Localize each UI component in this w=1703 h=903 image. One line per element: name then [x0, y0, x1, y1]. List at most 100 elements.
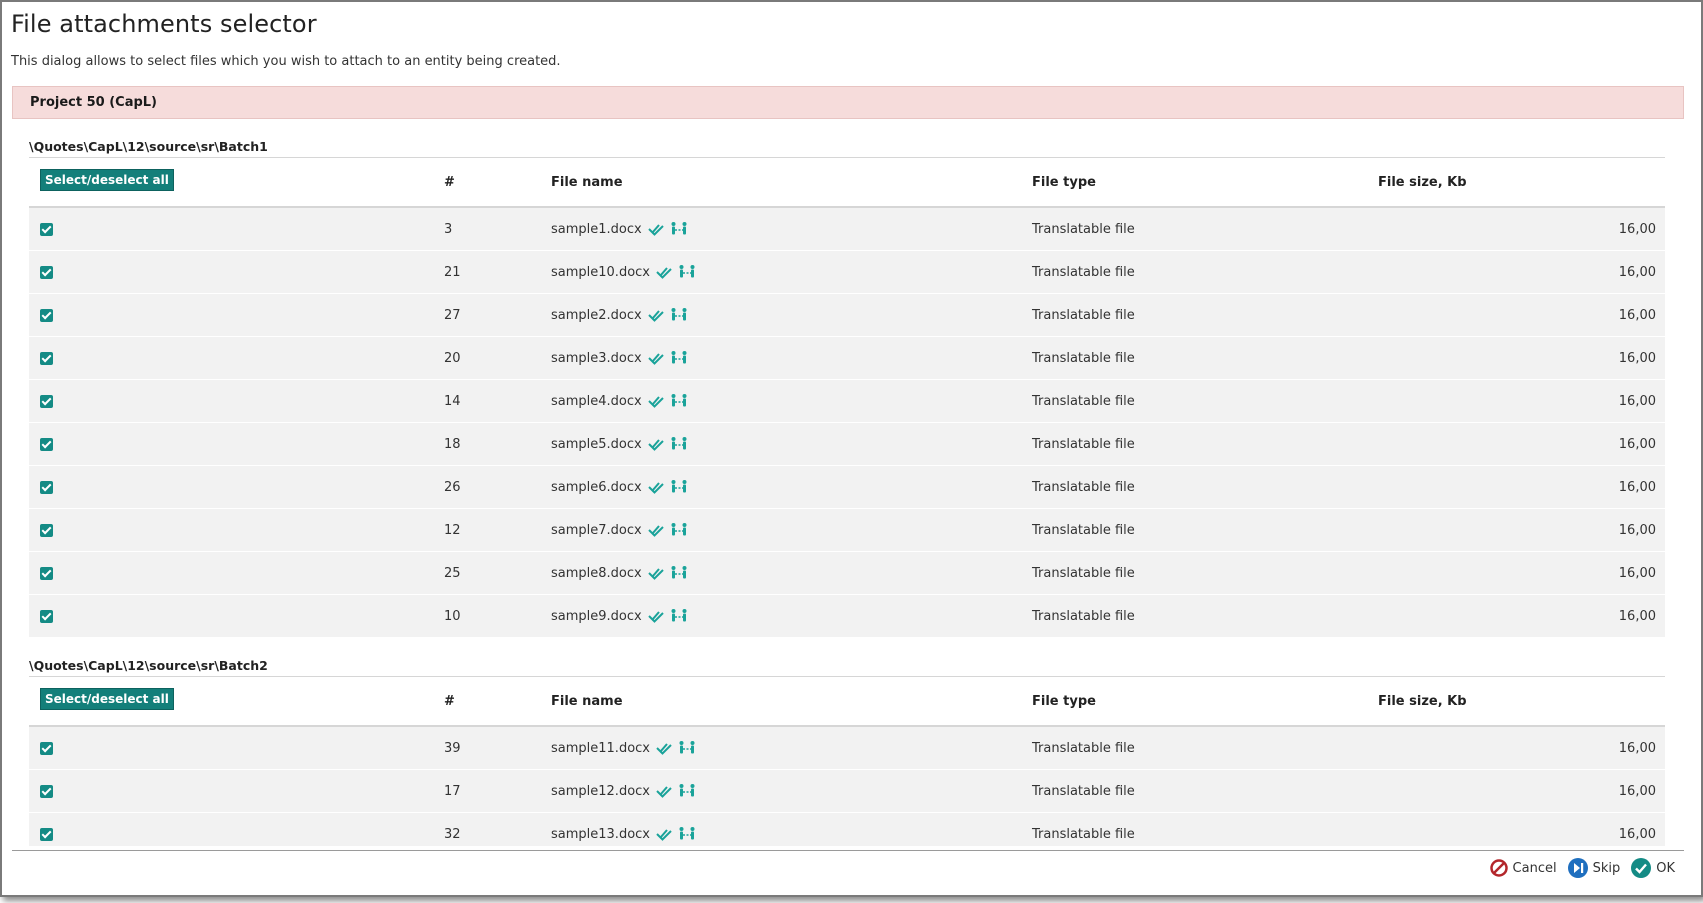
table-row[interactable]: 18 sample5.docx Translatable file 16,00 [29, 422, 1665, 466]
table-row[interactable]: 3 sample1.docx Translatable file 16,00 [29, 207, 1665, 251]
link-people-icon[interactable] [670, 436, 688, 452]
row-file-size: 16,00 [1378, 508, 1665, 552]
row-select-cell [29, 379, 444, 423]
row-select-cell [29, 508, 444, 552]
row-number: 21 [444, 250, 551, 294]
files-table: Select/deselect all # File name File typ… [29, 158, 1665, 638]
row-checkbox[interactable] [40, 741, 53, 755]
cancel-button[interactable]: Cancel [1489, 858, 1557, 878]
link-people-icon[interactable] [670, 608, 688, 624]
row-file-type: Translatable file [1032, 594, 1378, 638]
row-file-name: sample12.docx [551, 783, 650, 799]
select-all-header: Select/deselect all [29, 158, 444, 208]
row-checkbox[interactable] [40, 523, 53, 537]
row-file-type: Translatable file [1032, 207, 1378, 251]
dialog-description: This dialog allows to select files which… [11, 54, 561, 69]
link-people-icon[interactable] [670, 350, 688, 366]
table-row[interactable]: 25 sample8.docx Translatable file 16,00 [29, 551, 1665, 595]
row-file-name-cell: sample13.docx [551, 812, 1032, 846]
row-file-name-cell: sample10.docx [551, 250, 1032, 294]
double-check-icon [656, 267, 672, 279]
table-row[interactable]: 32 sample13.docx Translatable file 16,00 [29, 812, 1665, 846]
double-check-icon [656, 786, 672, 798]
row-file-size: 16,00 [1378, 769, 1665, 813]
row-checkbox[interactable] [40, 566, 53, 580]
row-checkbox[interactable] [40, 609, 53, 623]
row-file-name-cell: sample1.docx [551, 207, 1032, 251]
row-checkbox[interactable] [40, 437, 53, 451]
row-file-size: 16,00 [1378, 379, 1665, 423]
row-file-type: Translatable file [1032, 726, 1378, 770]
ok-check-icon [1631, 858, 1652, 878]
row-file-type: Translatable file [1032, 336, 1378, 380]
row-select-cell [29, 207, 444, 251]
double-check-icon [648, 611, 664, 623]
row-file-name: sample13.docx [551, 826, 650, 842]
double-check-icon [648, 396, 664, 408]
table-row[interactable]: 39 sample11.docx Translatable file 16,00 [29, 726, 1665, 770]
table-row[interactable]: 10 sample9.docx Translatable file 16,00 [29, 594, 1665, 638]
skip-label: Skip [1592, 860, 1621, 876]
row-checkbox[interactable] [40, 222, 53, 236]
row-file-name: sample11.docx [551, 740, 650, 756]
table-row[interactable]: 14 sample4.docx Translatable file 16,00 [29, 379, 1665, 423]
double-check-icon [648, 439, 664, 451]
table-row[interactable]: 17 sample12.docx Translatable file 16,00 [29, 769, 1665, 813]
link-people-icon[interactable] [678, 740, 696, 756]
row-file-name-cell: sample2.docx [551, 293, 1032, 337]
row-file-size: 16,00 [1378, 422, 1665, 466]
row-checkbox[interactable] [40, 784, 53, 798]
row-select-cell [29, 422, 444, 466]
ok-button[interactable]: OK [1630, 857, 1675, 879]
skip-button[interactable]: Skip [1567, 857, 1621, 879]
link-people-icon[interactable] [670, 565, 688, 581]
link-people-icon[interactable] [670, 307, 688, 323]
row-file-type: Translatable file [1032, 551, 1378, 595]
row-file-name: sample2.docx [551, 307, 642, 323]
cancel-label: Cancel [1512, 860, 1557, 876]
link-people-icon[interactable] [670, 479, 688, 495]
link-people-icon[interactable] [678, 826, 696, 842]
link-people-icon[interactable] [670, 221, 688, 237]
row-checkbox[interactable] [40, 351, 53, 365]
row-checkbox[interactable] [40, 827, 53, 841]
table-row[interactable]: 26 sample6.docx Translatable file 16,00 [29, 465, 1665, 509]
row-file-name: sample6.docx [551, 479, 642, 495]
select-deselect-all-button[interactable]: Select/deselect all [40, 169, 174, 191]
row-file-type: Translatable file [1032, 465, 1378, 509]
row-file-name: sample7.docx [551, 522, 642, 538]
table-row[interactable]: 21 sample10.docx Translatable file 16,00 [29, 250, 1665, 294]
column-header-file-type: File type [1032, 158, 1378, 208]
row-checkbox[interactable] [40, 394, 53, 408]
table-row[interactable]: 20 sample3.docx Translatable file 16,00 [29, 336, 1665, 380]
link-people-icon[interactable] [678, 264, 696, 280]
link-people-icon[interactable] [670, 522, 688, 538]
project-header: Project 50 (CapL) [12, 86, 1684, 119]
dialog-title: File attachments selector [11, 10, 317, 38]
file-attachments-dialog: File attachments selector This dialog al… [0, 0, 1703, 897]
batch-path: \Quotes\CapL\12\source\sr\Batch2 [29, 638, 1665, 677]
row-file-size: 16,00 [1378, 465, 1665, 509]
row-select-cell [29, 769, 444, 813]
row-select-cell [29, 465, 444, 509]
link-people-icon[interactable] [678, 783, 696, 799]
row-file-name-cell: sample8.docx [551, 551, 1032, 595]
row-file-name: sample5.docx [551, 436, 642, 452]
column-header-file-size: File size, Kb [1378, 158, 1665, 208]
row-checkbox[interactable] [40, 480, 53, 494]
row-number: 39 [444, 726, 551, 770]
row-file-size: 16,00 [1378, 250, 1665, 294]
row-select-cell [29, 551, 444, 595]
double-check-icon [656, 743, 672, 755]
select-all-header: Select/deselect all [29, 677, 444, 727]
table-row[interactable]: 27 sample2.docx Translatable file 16,00 [29, 293, 1665, 337]
content-scroll-area[interactable]: Project 50 (CapL) \Quotes\CapL\12\source… [12, 86, 1684, 846]
row-select-cell [29, 594, 444, 638]
select-deselect-all-button[interactable]: Select/deselect all [40, 688, 174, 710]
cancel-circle-icon [1489, 859, 1508, 877]
row-checkbox[interactable] [40, 308, 53, 322]
row-checkbox[interactable] [40, 265, 53, 279]
table-row[interactable]: 12 sample7.docx Translatable file 16,00 [29, 508, 1665, 552]
row-file-name-cell: sample9.docx [551, 594, 1032, 638]
link-people-icon[interactable] [670, 393, 688, 409]
